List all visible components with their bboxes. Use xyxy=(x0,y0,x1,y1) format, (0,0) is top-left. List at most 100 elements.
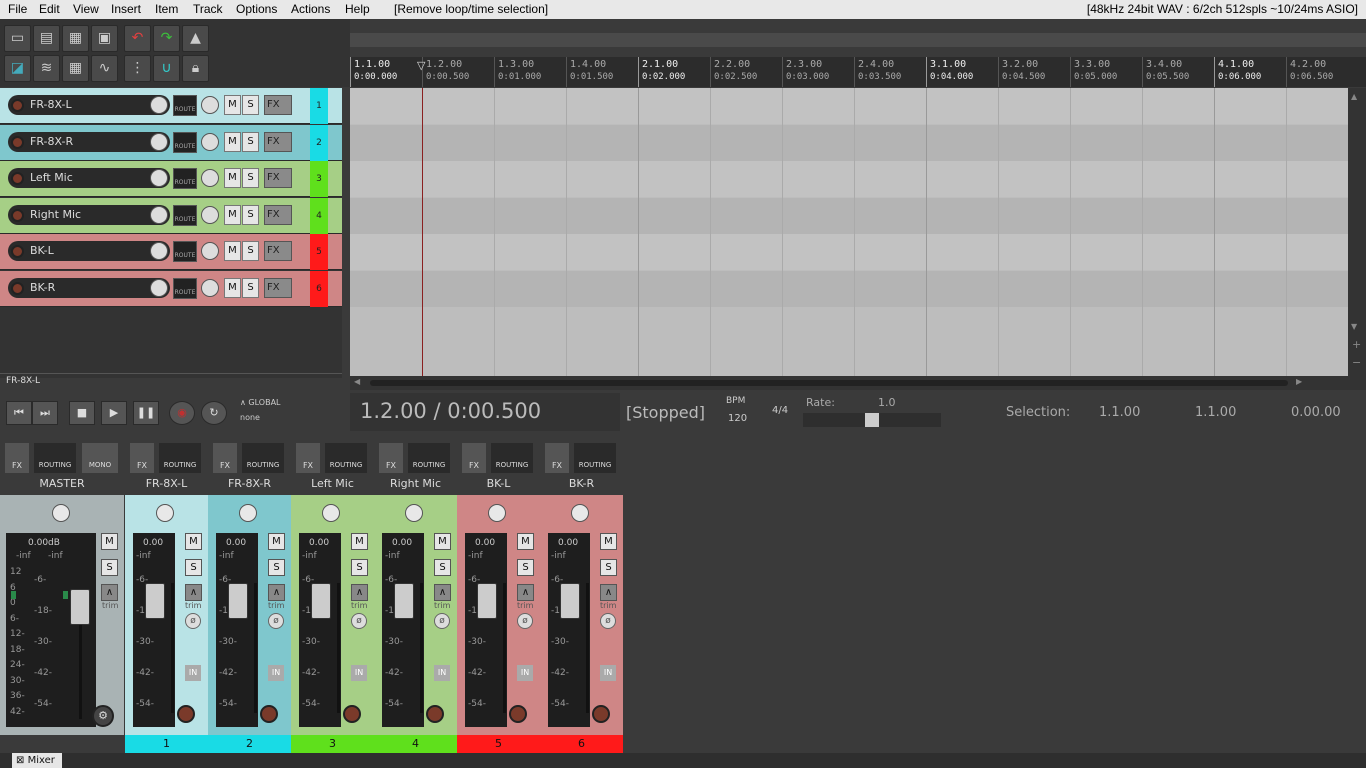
input-monitor-icon[interactable]: IN xyxy=(185,665,201,681)
input-monitor-icon[interactable]: IN xyxy=(268,665,284,681)
route-button[interactable]: ROUTE xyxy=(173,95,197,116)
new-project-icon[interactable]: ▭ xyxy=(4,25,31,52)
strip-fx-button[interactable]: FX xyxy=(462,443,486,473)
automation-mode-select[interactable]: none xyxy=(240,413,260,422)
snap-icon[interactable]: ◪ xyxy=(4,55,31,82)
strip-fx-button[interactable]: FX xyxy=(379,443,403,473)
strip-pan-knob[interactable] xyxy=(156,504,174,522)
scroll-right-icon[interactable]: ▶ xyxy=(1296,377,1302,386)
strip-mute-button[interactable]: M xyxy=(517,533,534,550)
grid-icon[interactable]: ▦ xyxy=(62,55,89,82)
track-row[interactable]: BK-R ROUTE M S FX 6 xyxy=(0,270,342,307)
track-lane[interactable] xyxy=(350,161,1348,197)
track-lane[interactable] xyxy=(350,124,1348,161)
track-number[interactable]: 1 xyxy=(310,88,328,124)
track-row[interactable]: Left Mic ROUTE M S FX 3 xyxy=(0,161,342,197)
strip-record-arm-icon[interactable] xyxy=(260,705,278,723)
rate-slider[interactable] xyxy=(803,413,941,427)
master-settings-gear-icon[interactable]: ⚙ xyxy=(92,705,114,727)
strip-fader[interactable] xyxy=(394,583,414,619)
scroll-left-icon[interactable]: ◀ xyxy=(354,377,360,386)
pan-knob[interactable] xyxy=(201,242,219,260)
master-automation-icon[interactable]: ∧ xyxy=(101,584,118,601)
master-mute-button[interactable]: M xyxy=(101,533,118,550)
volume-knob[interactable] xyxy=(150,96,168,114)
track-number[interactable]: 6 xyxy=(310,270,328,307)
master-mono-button[interactable]: MONO xyxy=(82,443,118,473)
pan-knob[interactable] xyxy=(201,132,219,151)
menu-help[interactable]: Help xyxy=(345,2,370,16)
strip-pan-knob[interactable] xyxy=(405,504,423,522)
strip-automation-icon[interactable]: ∧ xyxy=(434,584,451,601)
track-name[interactable]: BK-R xyxy=(8,277,170,298)
volume-knob[interactable] xyxy=(150,132,168,151)
selection-start[interactable]: 1.1.00 xyxy=(1099,405,1140,420)
pause-icon[interactable]: ❚❚ xyxy=(133,401,159,425)
menu-insert[interactable]: Insert xyxy=(111,2,141,16)
solo-button[interactable]: S xyxy=(242,131,259,152)
strip-routing-button[interactable]: ROUTING xyxy=(408,443,450,473)
track-lane[interactable] xyxy=(350,270,1348,307)
strip-fader[interactable] xyxy=(228,583,248,619)
track-number[interactable]: 5 xyxy=(310,234,328,270)
strip-mute-button[interactable]: M xyxy=(268,533,285,550)
menu-edit[interactable]: Edit xyxy=(39,2,60,16)
phase-invert-icon[interactable]: ø xyxy=(434,613,450,629)
record-arm-icon[interactable] xyxy=(11,99,24,112)
mute-button[interactable]: M xyxy=(224,131,241,152)
strip-fader[interactable] xyxy=(560,583,580,619)
volume-knob[interactable] xyxy=(150,205,168,224)
go-to-start-icon[interactable]: ⏮ xyxy=(6,401,32,425)
strip-fader[interactable] xyxy=(477,583,497,619)
fx-button[interactable]: FX xyxy=(264,168,292,188)
master-solo-button[interactable]: S xyxy=(101,559,118,576)
menu-item[interactable]: Item xyxy=(155,2,178,16)
go-to-end-icon[interactable]: ⏭ xyxy=(32,401,58,425)
phase-invert-icon[interactable]: ø xyxy=(268,613,284,629)
record-arm-icon[interactable] xyxy=(11,208,24,222)
solo-button[interactable]: S xyxy=(242,277,259,298)
audio-status[interactable]: [48kHz 24bit WAV : 6/2ch 512spls ~10/24m… xyxy=(1087,2,1358,16)
track-row[interactable]: FR-8X-R ROUTE M S FX 2 xyxy=(0,124,342,161)
strip-routing-button[interactable]: ROUTING xyxy=(242,443,284,473)
track-number[interactable]: 3 xyxy=(310,161,328,197)
route-button[interactable]: ROUTE xyxy=(173,131,197,153)
fx-button[interactable]: FX xyxy=(264,241,292,261)
menu-view[interactable]: View xyxy=(73,2,99,16)
track-row[interactable]: Right Mic ROUTE M S FX 4 xyxy=(0,197,342,234)
record-arm-icon[interactable] xyxy=(11,281,24,295)
strip-routing-button[interactable]: ROUTING xyxy=(574,443,616,473)
strip-automation-icon[interactable]: ∧ xyxy=(268,584,285,601)
track-name[interactable]: BK-L xyxy=(8,241,170,261)
automation-global-label[interactable]: ∧ GLOBAL xyxy=(240,398,281,407)
fx-button[interactable]: FX xyxy=(264,277,292,298)
track-name[interactable]: FR-8X-R xyxy=(8,131,170,152)
track-lane[interactable] xyxy=(350,88,1348,124)
redo-icon[interactable]: ↷ xyxy=(153,25,180,52)
strip-fader[interactable] xyxy=(145,583,165,619)
strip-number[interactable]: 3 xyxy=(291,735,374,753)
track-name[interactable]: Left Mic xyxy=(8,168,170,188)
strip-routing-button[interactable]: ROUTING xyxy=(491,443,533,473)
time-position-display[interactable]: 1.2.00 / 0:00.500 xyxy=(360,399,541,423)
master-routing-button[interactable]: ROUTING xyxy=(34,443,76,473)
menu-actions[interactable]: Actions xyxy=(291,2,330,16)
volume-knob[interactable] xyxy=(150,242,168,260)
strip-automation-icon[interactable]: ∧ xyxy=(185,584,202,601)
rate-slider-thumb[interactable] xyxy=(865,413,879,427)
track-number[interactable]: 2 xyxy=(310,124,328,161)
record-arm-icon[interactable] xyxy=(11,135,24,149)
zoom-in-icon[interactable]: + xyxy=(1352,338,1361,351)
strip-number[interactable]: 6 xyxy=(540,735,623,753)
strip-pan-knob[interactable] xyxy=(488,504,506,522)
strip-mute-button[interactable]: M xyxy=(185,533,202,550)
track-number[interactable]: 4 xyxy=(310,197,328,234)
strip-automation-icon[interactable]: ∧ xyxy=(517,584,534,601)
record-arm-icon[interactable] xyxy=(11,245,24,258)
open-project-icon[interactable]: ▤ xyxy=(33,25,60,52)
track-name[interactable]: FR-8X-L xyxy=(8,95,170,115)
vertical-scrollbar[interactable]: ▲ ▼ + − xyxy=(1348,88,1366,376)
track-lane[interactable] xyxy=(350,234,1348,270)
strip-record-arm-icon[interactable] xyxy=(343,705,361,723)
strip-record-arm-icon[interactable] xyxy=(509,705,527,723)
